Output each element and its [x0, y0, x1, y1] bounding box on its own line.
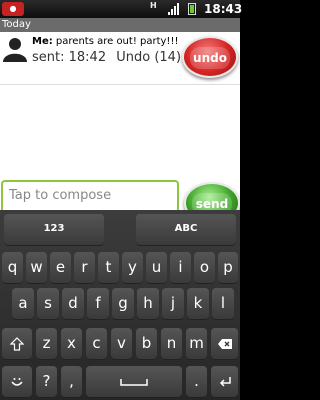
status-bar: ● H 18:43: [0, 0, 243, 18]
key-m[interactable]: m: [186, 328, 207, 359]
app-icon: ●: [2, 2, 24, 16]
key-d[interactable]: d: [62, 288, 84, 319]
keyboard: 123 ABC q w e r t y u i o p a s d f g h …: [0, 210, 240, 400]
undo-button[interactable]: undo: [182, 36, 238, 78]
enter-icon: [219, 376, 231, 387]
space-icon: [120, 378, 148, 386]
key-enter[interactable]: [211, 366, 238, 397]
key-e[interactable]: e: [50, 252, 71, 283]
key-c[interactable]: c: [86, 328, 107, 359]
smiley-icon: [11, 377, 23, 386]
undo-countdown[interactable]: Undo (14): [116, 50, 181, 65]
key-j[interactable]: j: [162, 288, 184, 319]
status-time: 18:43: [204, 2, 243, 16]
key-t[interactable]: t: [98, 252, 119, 283]
message-sent-time: sent: 18:42: [32, 50, 107, 65]
key-emoji[interactable]: [2, 366, 32, 397]
key-w[interactable]: w: [26, 252, 47, 283]
message-body: parents are out! party!!!: [55, 36, 179, 47]
key-k[interactable]: k: [187, 288, 209, 319]
key-space[interactable]: [86, 366, 182, 397]
key-shift[interactable]: [2, 328, 32, 359]
key-g[interactable]: g: [112, 288, 134, 319]
key-l[interactable]: l: [212, 288, 234, 319]
signal-icon: [168, 3, 182, 15]
message-list: Me: parents are out! party!!! sent: 18:4…: [0, 32, 240, 236]
key-q[interactable]: q: [2, 252, 23, 283]
battery-icon: [188, 3, 196, 15]
key-u[interactable]: u: [146, 252, 167, 283]
key-o[interactable]: o: [194, 252, 215, 283]
message-text: Me: parents are out! party!!!: [32, 36, 178, 47]
backspace-icon: [217, 338, 232, 349]
undo-button-label: undo: [190, 47, 230, 69]
key-s[interactable]: s: [37, 288, 59, 319]
key-i[interactable]: i: [170, 252, 191, 283]
key-r[interactable]: r: [74, 252, 95, 283]
key-x[interactable]: x: [61, 328, 82, 359]
key-backspace[interactable]: [211, 328, 238, 359]
key-question[interactable]: ?: [36, 366, 57, 397]
key-a[interactable]: a: [12, 288, 34, 319]
key-b[interactable]: b: [136, 328, 157, 359]
section-header-label: Today: [2, 19, 31, 30]
key-period[interactable]: .: [186, 366, 207, 397]
avatar: [3, 38, 27, 62]
key-abc[interactable]: ABC: [136, 214, 236, 245]
section-header: Today: [0, 18, 240, 32]
key-y[interactable]: y: [122, 252, 143, 283]
key-f[interactable]: f: [87, 288, 109, 319]
key-n[interactable]: n: [161, 328, 182, 359]
key-p[interactable]: p: [218, 252, 238, 283]
key-numbers[interactable]: 123: [4, 214, 104, 245]
key-h[interactable]: h: [137, 288, 159, 319]
network-type: H: [150, 1, 157, 10]
key-comma[interactable]: ,: [61, 366, 82, 397]
key-z[interactable]: z: [36, 328, 57, 359]
shift-icon: [9, 336, 25, 351]
message-sender: Me:: [32, 36, 53, 47]
divider: [0, 84, 240, 85]
key-v[interactable]: v: [111, 328, 132, 359]
message-meta: sent: 18:42 Undo (14): [32, 50, 181, 65]
